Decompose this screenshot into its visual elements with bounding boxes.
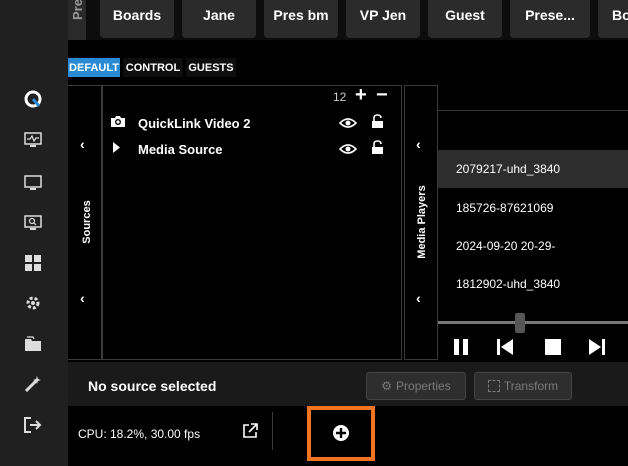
media-collapse-up-icon[interactable]: ‹ [416, 136, 421, 152]
transform-button[interactable]: Transform [474, 372, 572, 400]
gear-icon: ⚙ [381, 379, 393, 393]
divider [272, 412, 273, 450]
source-name: QuickLink Video 2 [138, 115, 251, 131]
divider [438, 110, 628, 111]
add-source-icon[interactable]: + [355, 84, 367, 107]
tab-control[interactable]: CONTROL [123, 58, 183, 77]
media-collapse-down-icon[interactable]: ‹ [416, 290, 421, 306]
source-row-quicklink[interactable]: QuickLink Video 2 [110, 113, 250, 133]
app-logo-icon[interactable] [22, 88, 44, 110]
stop-icon[interactable] [544, 338, 562, 361]
grid-icon[interactable] [22, 252, 44, 274]
lock-icon[interactable] [371, 140, 384, 160]
scene-button-jane[interactable]: Jane [182, 0, 256, 38]
transform-label: Transform [503, 379, 559, 393]
media-players-label: Media Players [416, 185, 428, 259]
folder-icon[interactable] [22, 333, 44, 355]
scene-button-presenter[interactable]: Prese... [510, 0, 590, 38]
selection-status: No source selected [88, 378, 217, 394]
sources-collapse-down-icon[interactable]: ‹ [80, 290, 85, 306]
lock-icon[interactable] [371, 114, 384, 134]
media-item[interactable]: 185726-87621069 [438, 189, 628, 227]
camera-icon [110, 115, 130, 131]
tab-guests[interactable]: GUESTS [186, 58, 236, 77]
skip-back-icon[interactable] [496, 338, 514, 361]
add-circle-icon[interactable] [332, 424, 350, 447]
external-link-icon[interactable] [242, 423, 258, 444]
seek-handle[interactable] [515, 313, 525, 333]
media-item[interactable]: 2079217-uhd_3840 [438, 150, 628, 188]
seek-bar[interactable] [438, 321, 628, 324]
preview-label: Pre [68, 0, 86, 40]
scene-button-guest[interactable]: Guest [428, 0, 502, 38]
source-row-media[interactable]: Media Source [110, 139, 223, 159]
remove-source-icon[interactable]: − [376, 84, 388, 107]
gear-icon[interactable] [22, 292, 44, 314]
eye-icon[interactable] [338, 116, 358, 134]
scene-button-pres-bm[interactable]: Pres bm [264, 0, 338, 38]
source-name: Media Source [138, 141, 223, 157]
scene-button-boards[interactable]: Boards [100, 0, 174, 38]
media-item[interactable]: 2024-09-20 20-29- [438, 227, 628, 265]
monitor-icon[interactable] [22, 172, 44, 194]
magic-wand-icon[interactable] [22, 373, 44, 395]
scene-button-vp-jen[interactable]: VP Jen [346, 0, 420, 38]
media-header [438, 85, 628, 113]
left-sidebar [0, 0, 68, 466]
properties-label: Properties [396, 379, 451, 393]
skip-forward-icon[interactable] [588, 338, 606, 361]
sign-out-icon[interactable] [22, 414, 44, 436]
sources-label: Sources [81, 200, 93, 244]
cpu-status: CPU: 18.2%, 30.00 fps [78, 427, 201, 441]
sources-collapse-up-icon[interactable]: ‹ [80, 136, 85, 152]
media-list: 2079217-uhd_3840 185726-87621069 2024-09… [438, 113, 628, 309]
monitor-search-icon[interactable] [22, 212, 44, 234]
eye-icon[interactable] [338, 142, 358, 160]
pause-icon[interactable] [452, 338, 470, 361]
properties-button[interactable]: ⚙ Properties [366, 372, 466, 400]
media-item[interactable]: 1812902-uhd_3840 [438, 265, 628, 303]
play-icon [110, 141, 130, 157]
scene-button-boards-2[interactable]: Bo [598, 0, 628, 38]
monitor-activity-icon[interactable] [22, 129, 44, 151]
transform-icon [487, 380, 500, 392]
tab-default[interactable]: DEFAULT [68, 58, 120, 77]
sources-count: 12 [333, 90, 347, 104]
